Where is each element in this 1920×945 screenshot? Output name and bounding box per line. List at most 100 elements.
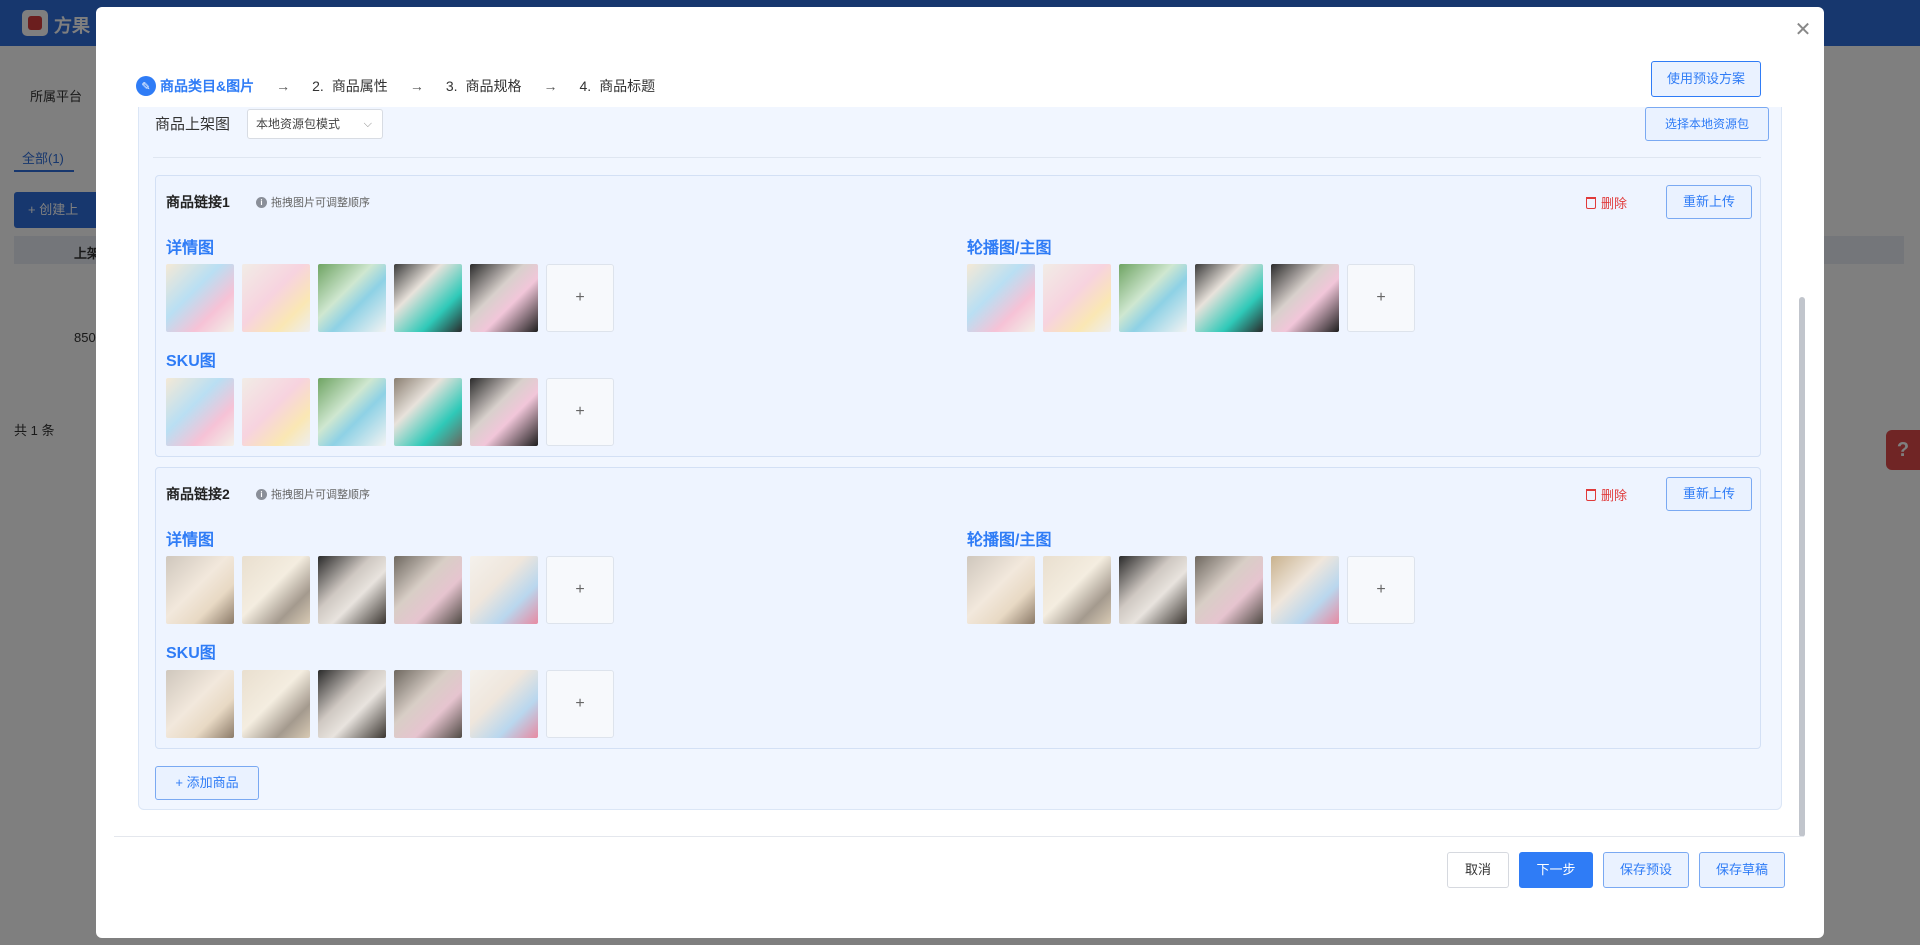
step-1[interactable]: ✎ 商品类目&图片 bbox=[136, 76, 254, 96]
product-thumbnail[interactable] bbox=[318, 378, 386, 446]
drag-hint-text: 拖拽图片可调整顺序 bbox=[271, 197, 370, 209]
arrow-right-icon: → bbox=[409, 78, 424, 94]
step-4[interactable]: 4. 商品标题 bbox=[580, 76, 656, 96]
product-thumbnail[interactable] bbox=[1195, 556, 1263, 624]
arrow-right-icon: → bbox=[543, 78, 558, 94]
detail-images-list: + bbox=[166, 264, 614, 332]
product-thumbnail[interactable] bbox=[470, 378, 538, 446]
delete-label: 删除 bbox=[1601, 488, 1628, 503]
product-thumbnail[interactable] bbox=[318, 556, 386, 624]
step-bar: ✎ 商品类目&图片 → 2. 商品属性 → 3. 商品规格 → 4. 商品标题 bbox=[136, 67, 655, 105]
images-panel: 商品上架图 本地资源包模式 ⌵ 选择本地资源包 商品链接1 i 拖拽图片可调整顺… bbox=[138, 107, 1782, 810]
delete-button[interactable]: 删除 bbox=[1586, 193, 1627, 212]
step-label: 商品规格 bbox=[465, 78, 522, 94]
detail-images-title: 详情图 bbox=[166, 240, 215, 257]
product-thumbnail[interactable] bbox=[318, 264, 386, 332]
footer-divider bbox=[114, 836, 1804, 837]
product-thumbnail[interactable] bbox=[470, 556, 538, 624]
add-image-tile[interactable]: + bbox=[546, 264, 614, 332]
product-thumbnail[interactable] bbox=[166, 670, 234, 738]
arrow-right-icon: → bbox=[276, 78, 291, 94]
shelf-mode-select[interactable]: 本地资源包模式 ⌵ bbox=[247, 109, 383, 139]
trash-icon bbox=[1586, 488, 1596, 501]
product-thumbnail[interactable] bbox=[967, 556, 1035, 624]
product-thumbnail[interactable] bbox=[1043, 264, 1111, 332]
step-label: 商品标题 bbox=[599, 78, 656, 94]
add-image-tile[interactable]: + bbox=[1347, 264, 1415, 332]
product-thumbnail[interactable] bbox=[1043, 556, 1111, 624]
cancel-button[interactable]: 取消 bbox=[1447, 852, 1509, 888]
divider bbox=[153, 157, 1761, 158]
step-number: 3. bbox=[445, 78, 458, 94]
product-thumbnail[interactable] bbox=[242, 670, 310, 738]
product-link-title: 商品链接1 bbox=[166, 194, 230, 210]
delete-button[interactable]: 删除 bbox=[1586, 485, 1627, 504]
carousel-images-list: + bbox=[967, 264, 1415, 332]
product-thumbnail[interactable] bbox=[394, 264, 462, 332]
chevron-down-icon: ⌵ bbox=[363, 118, 372, 130]
product-thumbnail[interactable] bbox=[1271, 264, 1339, 332]
drag-hint-text: 拖拽图片可调整顺序 bbox=[271, 489, 370, 501]
carousel-images-title: 轮播图/主图 bbox=[967, 532, 1052, 549]
trash-icon bbox=[1586, 196, 1596, 209]
product-thumbnail[interactable] bbox=[470, 670, 538, 738]
step-label: 商品类目&图片 bbox=[160, 78, 255, 94]
product-thumbnail[interactable] bbox=[166, 378, 234, 446]
product-thumbnail[interactable] bbox=[394, 670, 462, 738]
delete-label: 删除 bbox=[1601, 196, 1628, 211]
product-link-title: 商品链接2 bbox=[166, 486, 230, 502]
product-thumbnail[interactable] bbox=[1119, 264, 1187, 332]
product-modal: ✕ ✎ 商品类目&图片 → 2. 商品属性 → 3. 商品规格 → 4. 商品标… bbox=[96, 7, 1824, 938]
drag-hint: i 拖拽图片可调整顺序 bbox=[256, 486, 370, 502]
step-3[interactable]: 3. 商品规格 bbox=[446, 76, 522, 96]
product-thumbnail[interactable] bbox=[1195, 264, 1263, 332]
use-preset-button[interactable]: 使用预设方案 bbox=[1651, 61, 1761, 97]
carousel-images-list: + bbox=[967, 556, 1415, 624]
add-product-button[interactable]: + 添加商品 bbox=[155, 766, 259, 800]
edit-icon: ✎ bbox=[136, 76, 156, 96]
drag-hint: i 拖拽图片可调整顺序 bbox=[256, 194, 370, 210]
sku-images-title: SKU图 bbox=[166, 353, 216, 370]
reupload-button[interactable]: 重新上传 bbox=[1666, 185, 1752, 219]
product-thumbnail[interactable] bbox=[166, 556, 234, 624]
modal-scroll-area: 商品上架图 本地资源包模式 ⌵ 选择本地资源包 商品链接1 i 拖拽图片可调整顺… bbox=[138, 107, 1782, 837]
save-draft-button[interactable]: 保存草稿 bbox=[1699, 852, 1785, 888]
select-local-package-button[interactable]: 选择本地资源包 bbox=[1645, 107, 1769, 141]
add-image-tile[interactable]: + bbox=[546, 556, 614, 624]
product-thumbnail[interactable] bbox=[470, 264, 538, 332]
step-label: 商品属性 bbox=[331, 78, 388, 94]
product-link-card-1: 商品链接1 i 拖拽图片可调整顺序 删除 重新上传 详情图 + 轮播图/主图 +… bbox=[155, 175, 1761, 457]
add-image-tile[interactable]: + bbox=[546, 378, 614, 446]
info-icon: i bbox=[256, 196, 267, 208]
info-icon: i bbox=[256, 488, 267, 500]
reupload-button[interactable]: 重新上传 bbox=[1666, 477, 1752, 511]
add-image-tile[interactable]: + bbox=[546, 670, 614, 738]
product-thumbnail[interactable] bbox=[242, 556, 310, 624]
close-icon[interactable]: ✕ bbox=[1790, 17, 1816, 43]
save-preset-button[interactable]: 保存预设 bbox=[1603, 852, 1689, 888]
product-thumbnail[interactable] bbox=[1271, 556, 1339, 624]
shelf-mode-value: 本地资源包模式 bbox=[256, 117, 341, 131]
product-thumbnail[interactable] bbox=[967, 264, 1035, 332]
detail-images-list: + bbox=[166, 556, 614, 624]
shelf-image-label: 商品上架图 bbox=[155, 116, 231, 133]
product-thumbnail[interactable] bbox=[242, 378, 310, 446]
sku-images-list: + bbox=[166, 670, 614, 738]
detail-images-title: 详情图 bbox=[166, 532, 215, 549]
product-thumbnail[interactable] bbox=[1119, 556, 1187, 624]
carousel-images-title: 轮播图/主图 bbox=[967, 240, 1052, 257]
product-thumbnail[interactable] bbox=[394, 378, 462, 446]
step-number: 4. bbox=[579, 78, 592, 94]
scrollbar[interactable] bbox=[1799, 297, 1805, 837]
product-thumbnail[interactable] bbox=[318, 670, 386, 738]
step-number: 2. bbox=[312, 78, 324, 94]
sku-images-title: SKU图 bbox=[166, 645, 216, 662]
product-thumbnail[interactable] bbox=[394, 556, 462, 624]
sku-images-list: + bbox=[166, 378, 614, 446]
product-thumbnail[interactable] bbox=[166, 264, 234, 332]
product-thumbnail[interactable] bbox=[242, 264, 310, 332]
step-2[interactable]: 2. 商品属性 bbox=[312, 76, 388, 96]
product-link-card-2: 商品链接2 i 拖拽图片可调整顺序 删除 重新上传 详情图 + 轮播图/主图 +… bbox=[155, 467, 1761, 749]
next-step-button[interactable]: 下一步 bbox=[1519, 852, 1593, 888]
add-image-tile[interactable]: + bbox=[1347, 556, 1415, 624]
